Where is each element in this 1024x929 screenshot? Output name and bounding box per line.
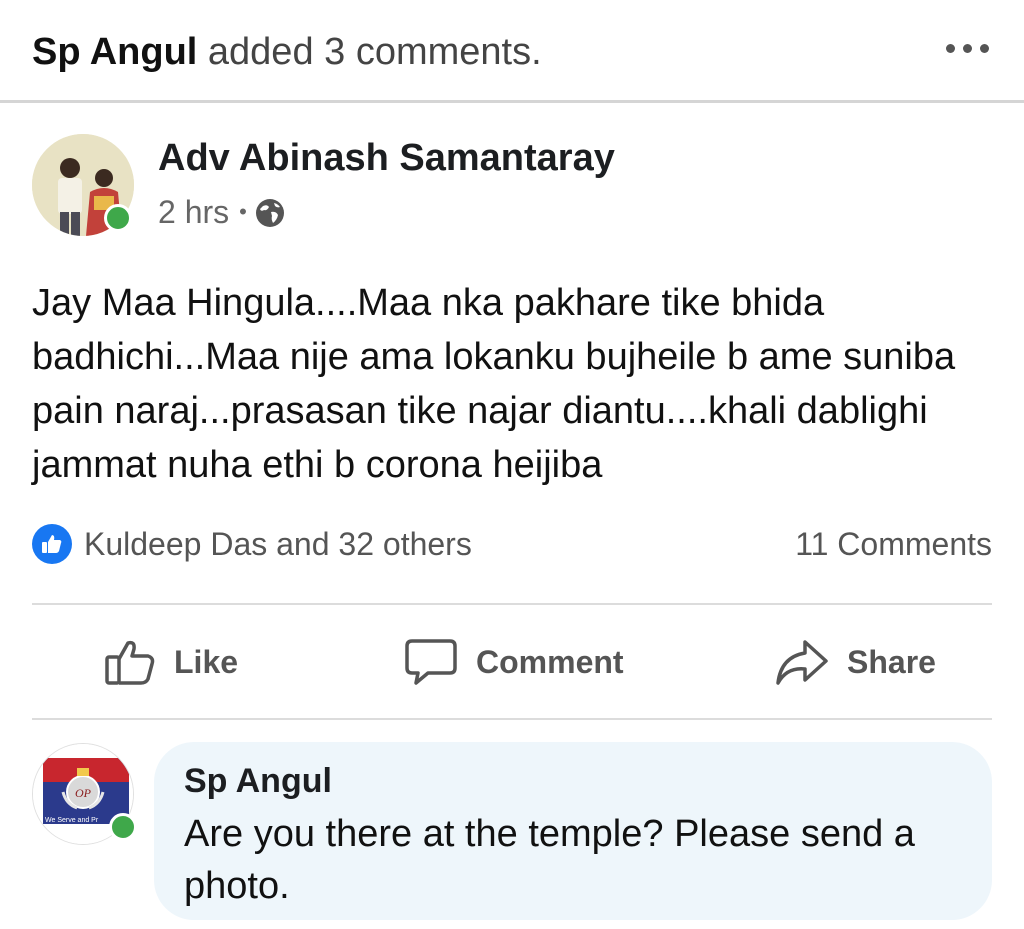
avatar-caption: We Serve and Pr — [45, 817, 99, 824]
comment-author-name[interactable]: Sp Angul — [184, 760, 332, 802]
share-button[interactable]: Share — [775, 634, 936, 690]
divider — [32, 718, 992, 720]
post-author-name[interactable]: Adv Abinash Samantaray — [158, 136, 615, 180]
header-divider — [0, 100, 1024, 103]
online-status-dot — [104, 204, 132, 232]
story-title: Sp Angul added 3 comments. — [32, 28, 542, 76]
divider — [32, 603, 992, 605]
share-label: Share — [847, 643, 936, 680]
comment-label: Comment — [476, 643, 624, 680]
share-arrow-icon — [776, 640, 828, 685]
more-dots-icon[interactable] — [946, 36, 990, 60]
actor-name[interactable]: Sp Angul — [32, 31, 197, 73]
meta-separator: • — [239, 199, 247, 224]
comment-bubble-icon — [405, 639, 457, 685]
reactions-summary[interactable]: Kuldeep Das and 32 others — [32, 524, 472, 564]
online-status-dot — [109, 813, 137, 841]
comment-button[interactable]: Comment — [404, 634, 624, 690]
like-label: Like — [174, 643, 239, 680]
comment-text: Are you there at the temple? Please send… — [184, 813, 915, 907]
svg-text:OP: OP — [75, 786, 92, 800]
story-header: Sp Angul added 3 comments. — [0, 0, 1024, 100]
action-text: added 3 comments. — [207, 31, 542, 73]
post-text: Jay Maa Hingula....Maa nka pakhare tike … — [32, 282, 956, 486]
globe-icon — [255, 197, 285, 227]
post-time[interactable]: 2 hrs — [158, 192, 229, 232]
like-reaction-icon — [32, 524, 72, 564]
reactions-text: Kuldeep Das and 32 others — [84, 525, 472, 562]
thumbs-up-icon — [105, 640, 155, 685]
comments-count[interactable]: 11 Comments — [795, 524, 992, 564]
post-meta: 2 hrs • — [158, 192, 285, 232]
like-button[interactable]: Like — [104, 634, 238, 690]
